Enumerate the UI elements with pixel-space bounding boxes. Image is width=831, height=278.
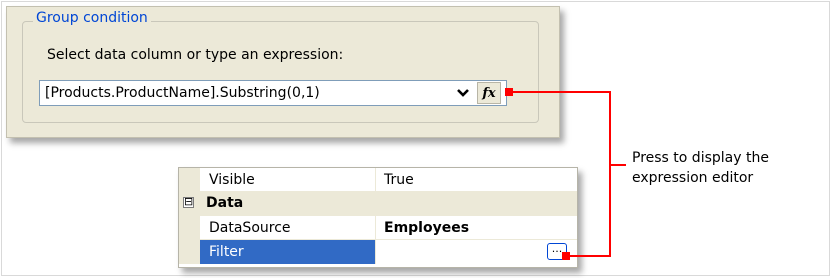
callout-line-1: Press to display the bbox=[632, 150, 769, 166]
callout-connector bbox=[505, 88, 626, 260]
callout-line bbox=[511, 91, 611, 257]
callout-text: Press to display the expression editor bbox=[632, 148, 769, 188]
callout-marker bbox=[562, 252, 570, 260]
callout-marker bbox=[505, 88, 513, 96]
callout-line-2: expression editor bbox=[632, 170, 754, 186]
